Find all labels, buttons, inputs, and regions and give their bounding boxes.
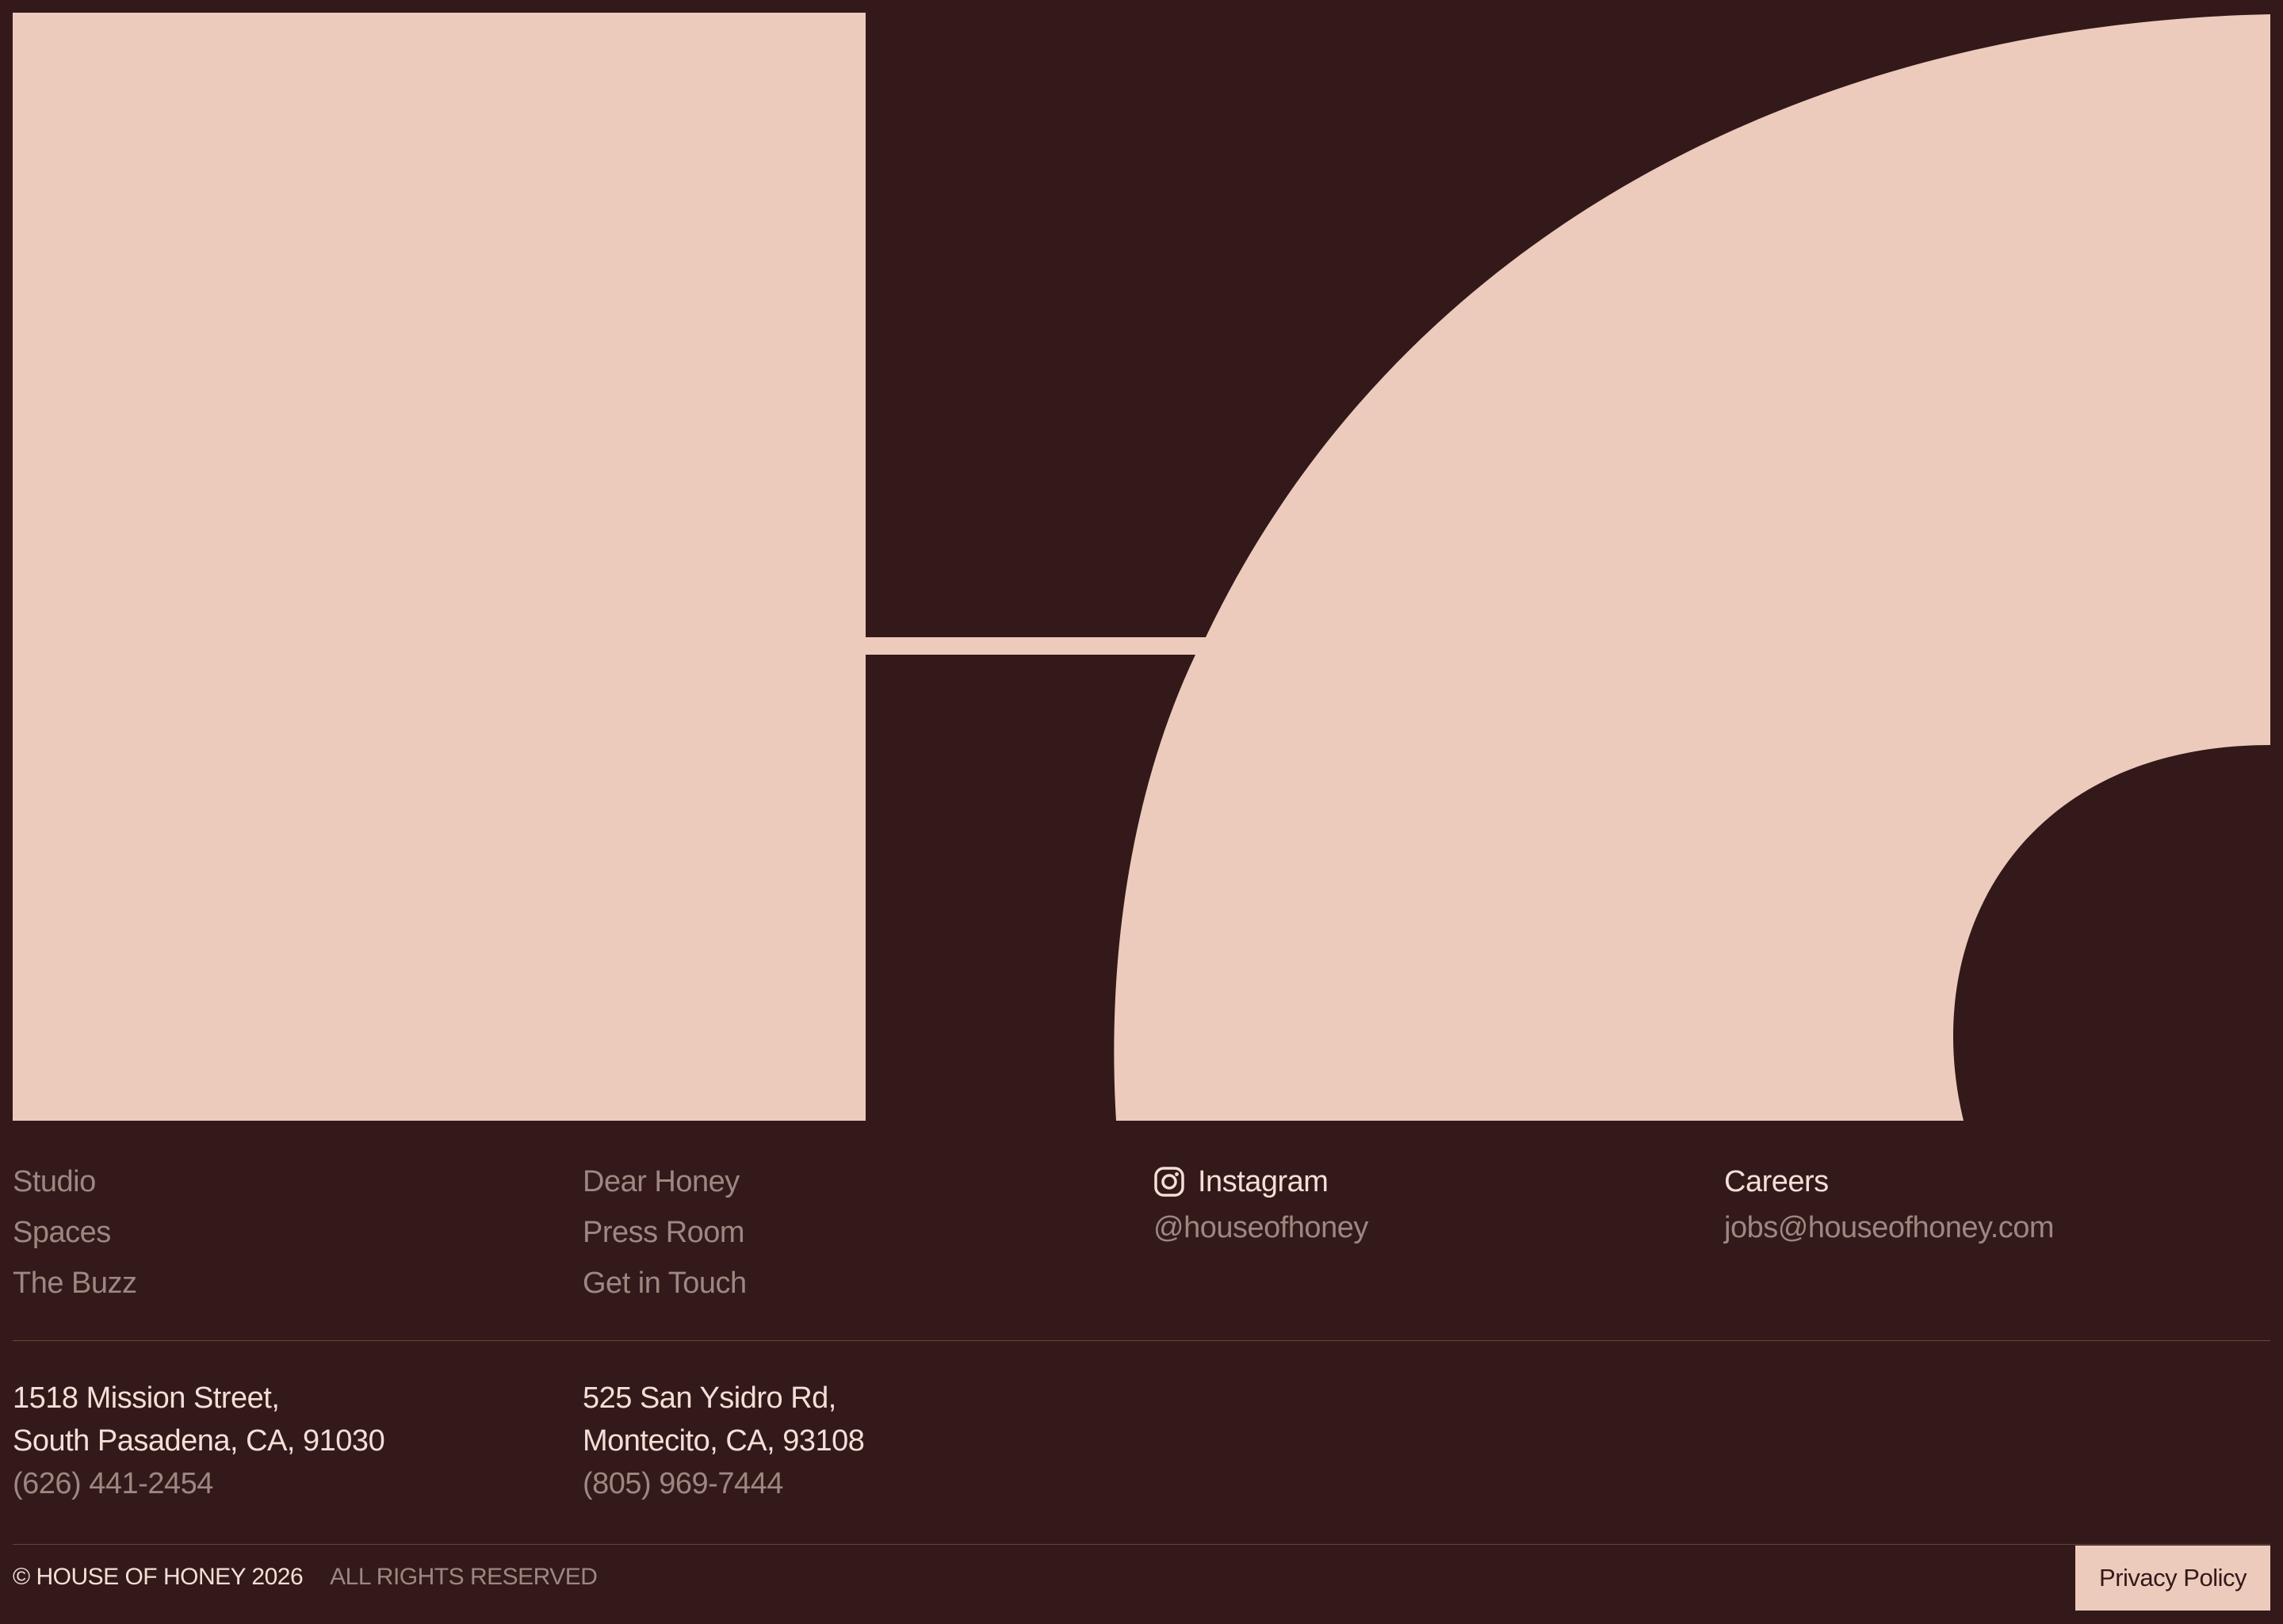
copyright-text: © HOUSE OF HONEY 2026 [13,1564,304,1590]
careers-label: Careers [1724,1165,1829,1198]
logo-crossbar [866,637,1214,655]
phone-link[interactable]: (626) 441-2454 [13,1462,384,1505]
address-line-1: 1518 Mission Street, [13,1381,280,1415]
address-line-1: 525 San Ysidro Rd, [583,1381,836,1415]
privacy-policy-button[interactable]: Privacy Policy [2075,1546,2270,1611]
footer-divider-top [13,1340,2270,1341]
rights-reserved-text: ALL RIGHTS RESERVED [330,1564,598,1590]
social-instagram: Instagram @houseofhoney [1153,1156,1368,1248]
nav-link-dear-honey[interactable]: Dear Honey [583,1156,747,1207]
phone-link[interactable]: (805) 969-7444 [583,1462,864,1505]
nav-link-the-buzz[interactable]: The Buzz [13,1258,137,1309]
location-south-pasadena: 1518 Mission Street, South Pasadena, CA,… [13,1377,385,1505]
instagram-link[interactable]: Instagram [1153,1156,1368,1207]
location-montecito: 525 San Ysidro Rd, Montecito, CA, 93108 … [583,1377,865,1505]
house-of-honey-logo-mark [13,13,2270,1121]
careers-email-link[interactable]: jobs@houseofhoney.com [1724,1207,2055,1248]
nav-link-studio[interactable]: Studio [13,1156,137,1207]
instagram-handle[interactable]: @houseofhoney [1153,1207,1368,1248]
footer-divider-bottom [13,1544,2270,1545]
instagram-label: Instagram [1198,1164,1329,1198]
footer-nav-secondary: Dear Honey Press Room Get in Touch [583,1156,747,1309]
legal-bar: © HOUSE OF HONEY 2026 ALL RIGHTS RESERVE… [13,1546,598,1609]
instagram-icon [1154,1167,1184,1197]
nav-link-spaces[interactable]: Spaces [13,1207,137,1258]
footer-page: Studio Spaces The Buzz Dear Honey Press … [0,0,2283,1624]
address-line-2: South Pasadena, CA, 91030 [13,1424,385,1458]
address-line-2: Montecito, CA, 93108 [583,1424,865,1458]
nav-link-press-room[interactable]: Press Room [583,1207,747,1258]
footer-nav-primary: Studio Spaces The Buzz [13,1156,137,1309]
logo-arc-block [1114,14,2270,1121]
careers-block: Careers jobs@houseofhoney.com [1724,1156,2055,1248]
nav-link-get-in-touch[interactable]: Get in Touch [583,1258,747,1309]
logo-left-block [13,13,866,1121]
